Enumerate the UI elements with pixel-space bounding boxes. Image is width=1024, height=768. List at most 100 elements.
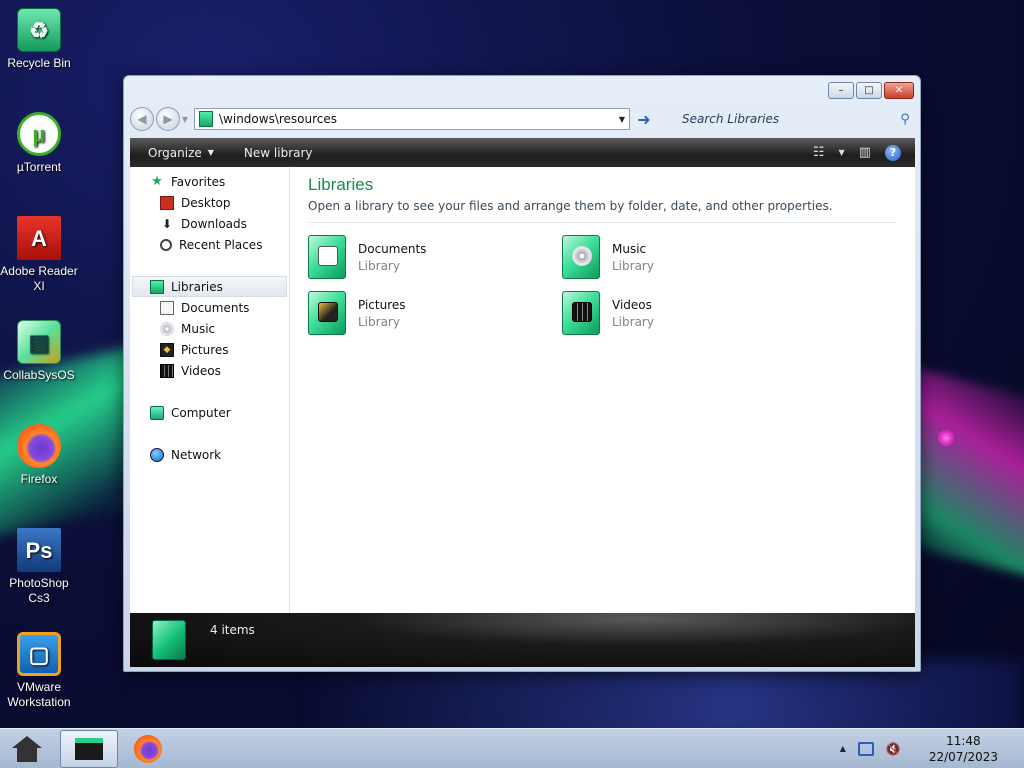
desktop-icon-label: CollabSysOS <box>3 368 75 382</box>
preview-pane-icon[interactable]: ▥ <box>859 145 871 160</box>
network-icon <box>150 447 164 462</box>
desktop-icon-adobe-reader[interactable]: A Adobe Reader XI <box>0 216 78 294</box>
pictures-icon: ◆ <box>160 342 174 357</box>
forward-button[interactable]: ▶ <box>156 107 180 131</box>
nav-item-music[interactable]: Music <box>130 318 289 339</box>
home-icon <box>12 735 42 762</box>
pictures-library-icon <box>308 291 346 335</box>
adobe-reader-icon: A <box>17 216 61 260</box>
desktop-icon-label: Firefox <box>20 472 58 486</box>
back-button[interactable]: ◀ <box>130 107 154 131</box>
desktop-icon-collabsysos[interactable]: ▤ CollabSysOS <box>0 320 78 383</box>
help-icon[interactable]: ? <box>885 144 901 161</box>
page-title: Libraries <box>308 175 374 194</box>
nav-label: Downloads <box>181 216 247 231</box>
library-name: Documents <box>358 241 427 256</box>
library-item-documents[interactable]: Documents Library <box>308 233 562 281</box>
nav-item-downloads[interactable]: ⬇ Downloads <box>130 213 289 234</box>
new-library-label: New library <box>243 145 313 160</box>
nav-label: Pictures <box>181 342 229 357</box>
library-type: Library <box>612 258 654 273</box>
nav-item-pictures[interactable]: ◆ Pictures <box>130 339 289 360</box>
start-button[interactable] <box>0 729 54 768</box>
new-library-button[interactable]: New library <box>226 146 325 160</box>
nav-item-computer[interactable]: Computer <box>130 402 289 423</box>
desktop-icon-vmware[interactable]: ▢ VMware Workstation <box>0 632 78 710</box>
item-count: 4 items <box>210 623 255 637</box>
toolbar-right: ☷ ▼ ▥ ? <box>813 144 915 161</box>
go-arrow-icon[interactable]: ➜ <box>632 110 656 129</box>
back-arrow-icon: ◀ <box>137 112 147 126</box>
recycle-bin-icon: ♻ <box>17 8 61 52</box>
clock-time: 11:48 <box>946 733 981 748</box>
clock-icon <box>160 238 172 251</box>
documents-icon <box>160 300 174 315</box>
nav-label: Videos <box>181 363 221 378</box>
close-button[interactable]: ✕ <box>884 82 914 99</box>
vmware-icon: ▢ <box>17 632 61 676</box>
minimize-button[interactable]: – <box>828 82 854 99</box>
command-bar: Organize ▼ New library ☷ ▼ ▥ ? <box>130 138 915 167</box>
search-box[interactable]: Search Libraries ⚲ <box>664 108 914 130</box>
desktop-icon-firefox[interactable]: Firefox <box>0 424 78 487</box>
documents-library-icon <box>308 235 346 279</box>
desktop-icon <box>160 195 174 210</box>
explorer-icon <box>75 737 103 760</box>
firefox-icon <box>17 424 61 468</box>
firefox-icon <box>134 734 162 763</box>
library-type: Library <box>358 314 400 329</box>
view-options-dropdown-icon[interactable]: ▼ <box>839 148 845 157</box>
chevron-down-icon: ▼ <box>207 148 214 157</box>
clock[interactable]: 11:48 22/07/2023 <box>929 733 998 765</box>
library-item-videos[interactable]: Videos Library <box>562 289 816 337</box>
address-row: ◀ ▶ ▼ \windows\resources ▼ ➜ Search Libr… <box>130 105 914 133</box>
libraries-large-icon <box>152 620 186 660</box>
desktop-icon-utorrent[interactable]: µ µTorrent <box>0 112 78 175</box>
organize-label: Organize <box>148 145 202 160</box>
desktop-icon-photoshop[interactable]: Ps PhotoShop Cs3 <box>0 528 78 606</box>
library-name: Music <box>612 241 647 256</box>
library-type: Library <box>358 258 400 273</box>
nav-item-documents[interactable]: Documents <box>130 297 289 318</box>
maximize-button[interactable]: □ <box>856 82 882 99</box>
nav-item-videos[interactable]: Videos <box>130 360 289 381</box>
nav-label: Network <box>171 447 222 462</box>
nav-item-libraries[interactable]: Libraries <box>132 276 287 297</box>
photoshop-icon: Ps <box>17 528 61 572</box>
explorer-window: – □ ✕ ◀ ▶ ▼ \windows\resources ▼ ➜ Searc… <box>123 75 921 672</box>
desktop-icon-label: PhotoShop Cs3 <box>9 576 69 605</box>
network-tray-icon[interactable] <box>857 741 874 756</box>
libraries-icon <box>199 111 213 127</box>
address-path[interactable]: \windows\resources <box>219 112 615 126</box>
address-dropdown-icon[interactable]: ▼ <box>615 115 629 124</box>
recent-pages-dropdown[interactable]: ▼ <box>180 115 190 124</box>
nav-item-network[interactable]: Network <box>130 444 289 465</box>
library-type: Library <box>612 314 654 329</box>
library-name: Videos <box>612 297 652 312</box>
clock-date: 22/07/2023 <box>928 749 998 764</box>
search-icon[interactable]: ⚲ <box>896 112 914 127</box>
music-library-icon <box>562 235 600 279</box>
navigation-pane: ★ Favorites Desktop ⬇ Downloads Recent P… <box>130 167 290 613</box>
nav-label: Computer <box>171 405 231 420</box>
taskbar-firefox[interactable] <box>118 729 178 768</box>
organize-button[interactable]: Organize ▼ <box>130 146 226 160</box>
taskbar-explorer[interactable] <box>60 729 118 768</box>
show-hidden-icons-icon[interactable]: ▲ <box>840 744 846 753</box>
volume-muted-icon[interactable]: 🔇 <box>886 742 901 756</box>
nav-item-recent-places[interactable]: Recent Places <box>130 234 289 255</box>
forward-arrow-icon: ▶ <box>163 112 173 126</box>
nav-item-desktop[interactable]: Desktop <box>130 192 289 213</box>
library-item-music[interactable]: Music Library <box>562 233 816 281</box>
nav-label: Favorites <box>171 174 226 189</box>
desktop-icon-label: µTorrent <box>16 160 62 174</box>
nav-label: Desktop <box>181 195 231 210</box>
desktop-icon-recycle-bin[interactable]: ♻ Recycle Bin <box>0 8 78 71</box>
address-bar[interactable]: \windows\resources ▼ <box>194 108 630 130</box>
nav-item-favorites[interactable]: ★ Favorites <box>130 171 289 192</box>
search-input[interactable]: Search Libraries <box>682 112 896 126</box>
library-item-pictures[interactable]: Pictures Library <box>308 289 562 337</box>
desktop-icon-label: VMware Workstation <box>7 680 71 709</box>
download-icon: ⬇ <box>161 216 173 231</box>
change-view-icon[interactable]: ☷ <box>813 145 825 160</box>
